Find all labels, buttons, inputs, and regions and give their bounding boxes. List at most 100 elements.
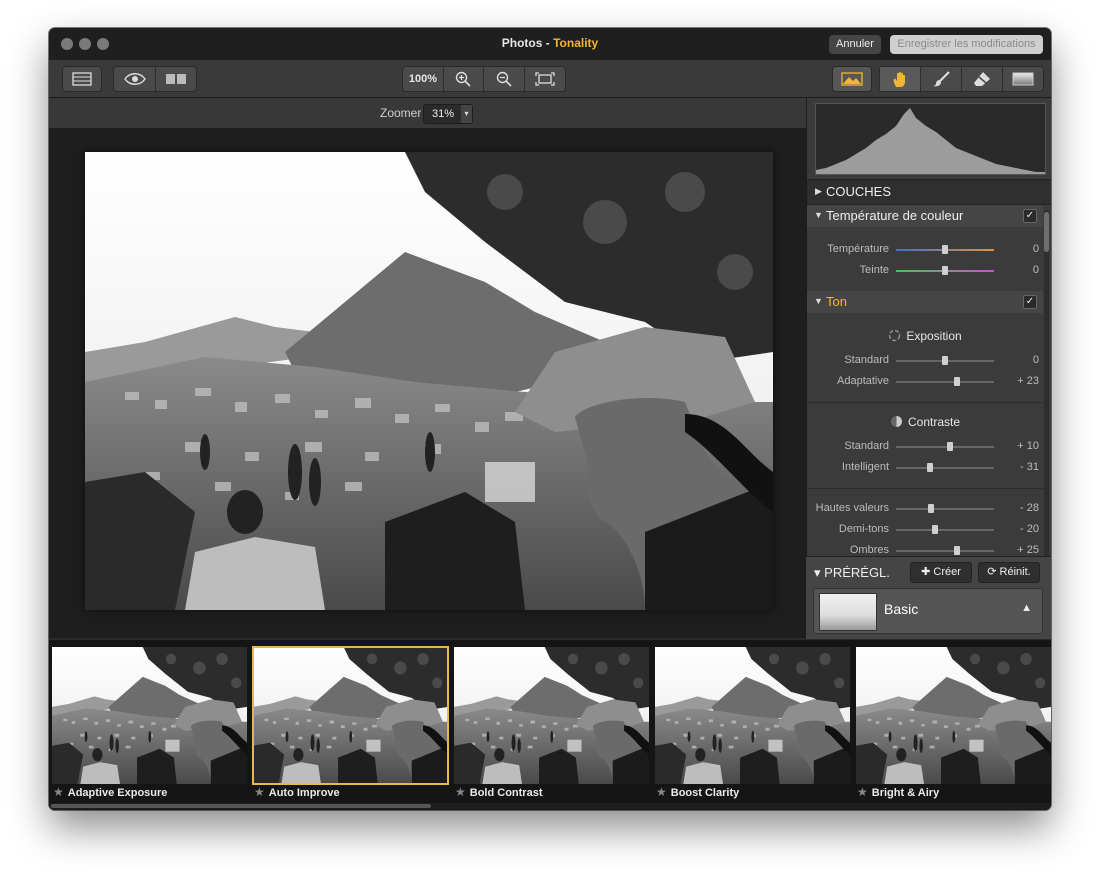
slider-value: 0 <box>1032 354 1039 366</box>
tools-group <box>879 66 1044 92</box>
zoom-out-icon[interactable] <box>483 67 525 91</box>
chevron-up-icon[interactable]: ▲ <box>1021 602 1032 614</box>
temperature-header[interactable]: ▼ Température de couleur ✓ <box>807 205 1043 227</box>
slider-value: + 10 <box>1017 440 1039 452</box>
filmstrip-scroll-thumb[interactable] <box>51 804 431 808</box>
slider-knob[interactable] <box>946 442 953 451</box>
star-icon[interactable]: ★ <box>254 785 265 799</box>
star-icon[interactable]: ★ <box>455 785 466 799</box>
preset-thumbnail <box>819 593 877 631</box>
reset-button[interactable]: ⟳ Réinit. <box>978 562 1040 583</box>
star-icon[interactable]: ★ <box>656 785 667 799</box>
slider-label: Ombres <box>849 544 889 556</box>
slider-exposure-adaptive[interactable]: Adaptative + 23 <box>807 373 1043 391</box>
divider <box>807 402 1043 403</box>
filmstrip-scrollbar[interactable] <box>49 803 1051 810</box>
image-tool-icon <box>833 67 871 91</box>
contrast-title: Contraste <box>907 415 961 429</box>
slider-track[interactable] <box>896 508 994 510</box>
presets-header[interactable]: ▾ PRÉRÉGL. <box>814 565 890 581</box>
app-window: Photos - Tonality Annuler Enregistrer le… <box>49 28 1051 810</box>
preset-thumbnail-selected[interactable] <box>252 646 449 785</box>
title-bar: Photos - Tonality Annuler Enregistrer le… <box>49 28 1051 60</box>
zoom-bar: Zoomer 31% ▾ <box>49 98 806 128</box>
slider-tint[interactable]: Teinte 0 <box>807 262 1043 280</box>
slider-knob[interactable] <box>942 356 948 365</box>
presets-title: PRÉRÉGL. <box>824 565 890 580</box>
eraser-icon[interactable] <box>961 67 1003 91</box>
slider-label: Demi-tons <box>838 523 889 535</box>
fit-screen-icon[interactable] <box>524 67 565 91</box>
reset-label: Réinit. <box>999 566 1031 578</box>
zoom-in-icon[interactable] <box>443 67 484 91</box>
layout-button[interactable] <box>62 66 102 92</box>
slider-track[interactable] <box>896 381 994 383</box>
preset-label-text: Boost Clarity <box>670 787 740 799</box>
image-tool-button[interactable] <box>832 66 872 92</box>
slider-value: + 25 <box>1017 544 1039 556</box>
preset-label-text: Bold Contrast <box>469 787 543 799</box>
plugin-name: Tonality <box>553 36 599 50</box>
layers-section-header[interactable]: ▶ COUCHES <box>807 179 1051 205</box>
tone-checkbox[interactable]: ✓ <box>1023 295 1037 309</box>
image-canvas[interactable] <box>49 128 806 638</box>
view-group <box>113 66 197 92</box>
main-photo <box>85 152 773 610</box>
slider-knob[interactable] <box>953 546 960 555</box>
temperature-checkbox[interactable]: ✓ <box>1023 209 1037 223</box>
slider-contrast-smart[interactable]: Intelligent - 31 <box>807 459 1043 477</box>
histogram <box>815 103 1046 175</box>
panel-scroll-thumb[interactable] <box>1044 212 1049 252</box>
slider-knob[interactable] <box>932 525 939 534</box>
app-name: Photos <box>501 36 543 50</box>
toolbar: 100% <box>49 60 1051 98</box>
preset-thumbnail[interactable] <box>52 647 247 784</box>
preset-thumbnail[interactable] <box>856 647 1051 784</box>
current-preset[interactable]: Basic ▲ <box>813 588 1043 634</box>
preset-label-text: Adaptive Exposure <box>67 787 168 799</box>
zoom-100-button[interactable]: 100% <box>403 67 444 91</box>
slider-knob[interactable] <box>928 504 935 513</box>
zoom-select[interactable]: 31% ▾ <box>423 104 473 124</box>
preset-thumbnail[interactable] <box>655 647 850 784</box>
tone-header[interactable]: ▼ Ton ✓ <box>807 291 1043 313</box>
slider-label: Standard <box>844 440 889 452</box>
preset-label: ★ Bright & Airy <box>857 785 939 801</box>
slider-track[interactable] <box>896 446 994 448</box>
slider-knob[interactable] <box>953 377 960 386</box>
slider-midtones[interactable]: Demi-tons - 20 <box>807 521 1043 539</box>
slider-exposure-standard[interactable]: Standard 0 <box>807 352 1043 370</box>
disclosure-down-icon: ▾ <box>814 565 821 580</box>
slider-label: Teinte <box>859 264 889 276</box>
split-view-icon[interactable] <box>155 67 196 91</box>
exposure-title: Exposition <box>906 329 962 343</box>
plus-icon: ✚ <box>921 566 931 578</box>
slider-temperature[interactable]: Température 0 <box>807 241 1043 259</box>
hand-icon[interactable] <box>880 67 921 91</box>
disclosure-right-icon: ▶ <box>815 186 822 196</box>
preset-thumbnail[interactable] <box>454 647 649 784</box>
create-preset-button[interactable]: ✚ Créer <box>910 562 972 583</box>
create-label: Créer <box>933 566 961 578</box>
gradient-icon[interactable] <box>1002 67 1043 91</box>
star-icon[interactable]: ★ <box>53 785 64 799</box>
eye-icon[interactable] <box>114 67 156 91</box>
star-icon[interactable]: ★ <box>857 785 868 799</box>
slider-track[interactable] <box>896 550 994 552</box>
cancel-button[interactable]: Annuler <box>829 35 881 54</box>
brush-icon[interactable] <box>920 67 962 91</box>
exposure-subheader: Exposition <box>807 329 1043 343</box>
slider-highlights[interactable]: Hautes valeurs - 28 <box>807 500 1043 518</box>
contrast-icon <box>890 416 902 427</box>
save-changes-button[interactable]: Enregistrer les modifications <box>890 35 1043 54</box>
disclosure-down-icon: ▼ <box>814 210 823 220</box>
slider-knob[interactable] <box>942 245 948 254</box>
refresh-icon: ⟳ <box>987 566 997 578</box>
slider-contrast-standard[interactable]: Standard + 10 <box>807 438 1043 456</box>
slider-value: 0 <box>1032 264 1039 276</box>
slider-track[interactable] <box>896 467 994 469</box>
slider-knob[interactable] <box>927 463 934 472</box>
slider-track[interactable] <box>896 529 994 531</box>
slider-knob[interactable] <box>942 266 948 275</box>
panel-scrollbar[interactable] <box>1044 210 1049 565</box>
